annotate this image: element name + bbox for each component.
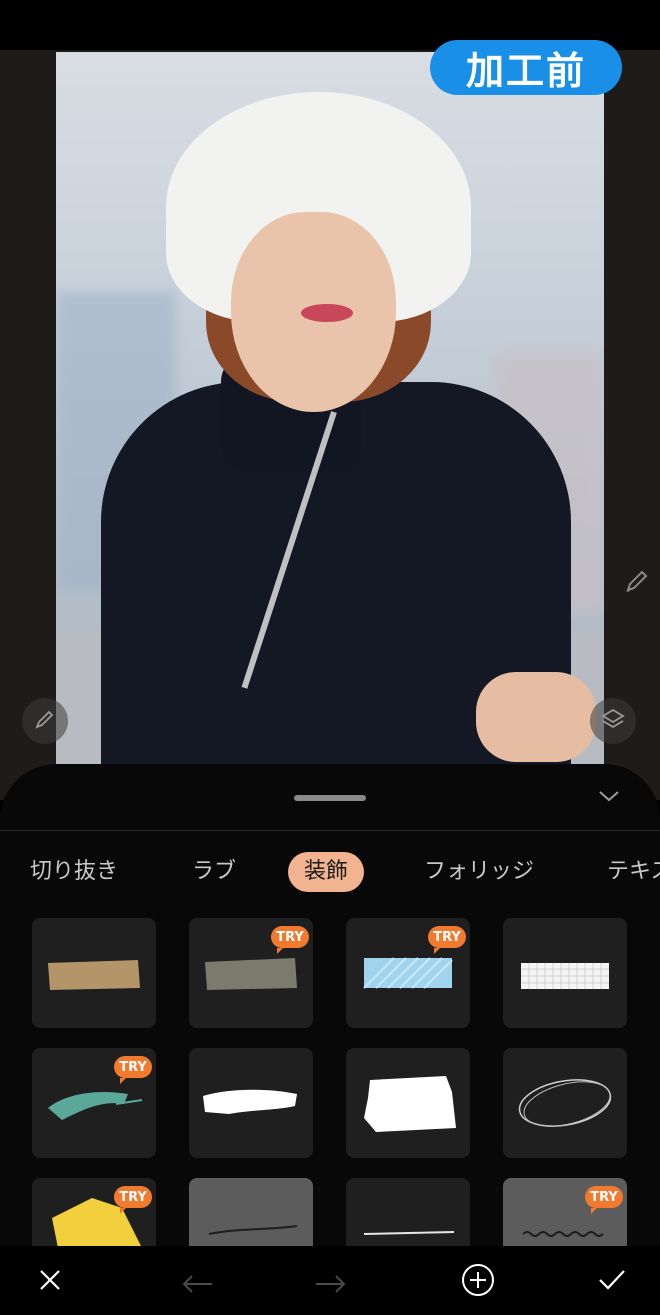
try-badge: TRY — [114, 1186, 152, 1214]
sticker-tile[interactable] — [503, 918, 627, 1028]
tab-love[interactable]: ラブ — [192, 852, 236, 892]
tab-cutout[interactable]: 切り抜き — [30, 852, 118, 892]
panel-divider — [0, 830, 660, 831]
bottom-toolbar — [0, 1246, 660, 1315]
layers-button[interactable] — [590, 698, 636, 744]
brush-white-block-sticker — [364, 1076, 456, 1132]
redo-button[interactable] — [312, 1262, 348, 1298]
draw-tool-button[interactable] — [22, 698, 68, 744]
sticker-tile[interactable] — [32, 918, 156, 1028]
photo-subject-hand — [476, 672, 596, 762]
tab-foliage[interactable]: フォリッジ — [424, 852, 534, 892]
brush-white-stroke-sticker — [203, 1089, 297, 1114]
try-badge: TRY — [428, 926, 466, 954]
canvas-margin-left — [0, 50, 56, 800]
close-button[interactable] — [32, 1262, 68, 1298]
add-button[interactable] — [460, 1262, 496, 1298]
redo-icon — [316, 1275, 346, 1293]
edited-photo[interactable] — [56, 52, 604, 792]
add-icon — [462, 1264, 494, 1296]
sticker-tile[interactable] — [189, 1048, 313, 1158]
sticker-grid: TRY TRY TRY TRY TRY — [0, 918, 660, 1288]
confirm-button[interactable] — [594, 1262, 630, 1298]
layers-icon — [600, 706, 626, 736]
try-badge: TRY — [114, 1056, 152, 1084]
sticker-tile[interactable] — [503, 1048, 627, 1158]
sticker-tile[interactable]: TRY — [346, 918, 470, 1028]
pencil-icon — [33, 707, 57, 735]
photo-subject-lips — [301, 304, 353, 322]
undo-button[interactable] — [180, 1262, 216, 1298]
category-tabs: 切り抜き ラブ 装飾 フォリッジ テキス — [0, 852, 660, 894]
tab-text[interactable]: テキス — [607, 852, 660, 892]
sticker-tile[interactable]: TRY — [189, 918, 313, 1028]
ellipse-scribble-sticker — [518, 1079, 612, 1127]
try-badge: TRY — [585, 1186, 623, 1214]
drag-handle[interactable] — [294, 795, 366, 801]
tape-beige-sticker — [48, 960, 140, 990]
pencil-icon[interactable] — [622, 566, 652, 596]
chevron-down-icon[interactable] — [597, 784, 621, 808]
before-badge: 加工前 — [430, 40, 622, 95]
tab-decoration[interactable]: 装飾 — [288, 852, 365, 892]
undo-icon — [182, 1275, 212, 1293]
sticker-tile[interactable] — [346, 1048, 470, 1158]
tape-grid-sticker — [521, 963, 609, 989]
confirm-icon — [599, 1270, 625, 1290]
sticker-tile[interactable]: TRY — [32, 1048, 156, 1158]
close-icon — [40, 1270, 60, 1290]
canvas-margin-right — [604, 50, 660, 800]
try-badge: TRY — [271, 926, 309, 954]
